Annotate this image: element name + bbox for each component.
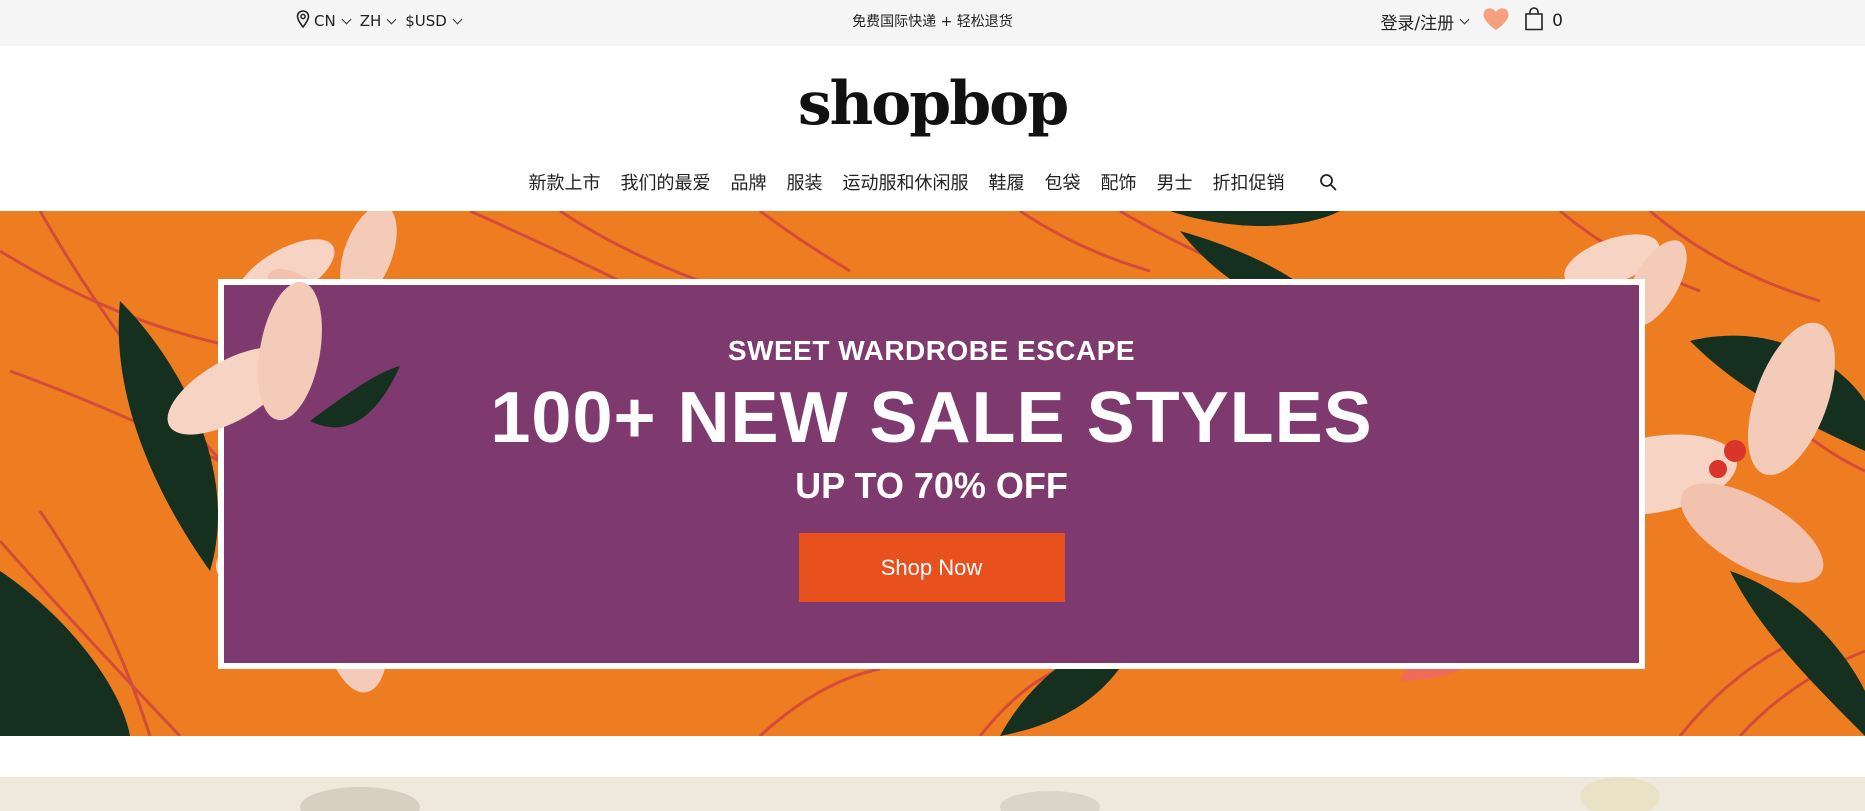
nav-item-our-favorites[interactable]: 我们的最爱 [621,169,711,195]
brand-logo[interactable]: shopbop [0,64,1865,144]
promo-eyebrow: SWEET WARDROBE ESCAPE [727,335,1136,366]
country-selector[interactable]: CN [296,10,352,32]
shipping-promo-text: 免费国际快递 + 轻松退货 [852,14,1013,30]
promo-panel: SWEET WARDROBE ESCAPE 100+ NEW SALE STYL… [218,279,1645,669]
next-promo-banner[interactable] [0,777,1865,811]
hero-banner[interactable]: SWEET WARDROBE ESCAPE 100+ NEW SALE STYL… [0,211,1865,736]
language-label: ZH [359,12,382,30]
foreground-flower [167,281,400,435]
shipping-promo: 免费国际快递 + 轻松退货 [0,0,1865,42]
account-area: 登录/注册 0 [1380,0,1563,42]
logo-text: shopbop [797,69,1069,139]
main-navigation: 新款上市 我们的最爱 品牌 服装 运动服和休闲服 鞋履 包袋 配饰 男士 折扣促… [0,166,1865,198]
currency-selector[interactable]: $USD [405,12,463,30]
country-label: CN [314,12,336,30]
nav-item-new-arrivals[interactable]: 新款上市 [529,169,601,195]
nav-item-shoes[interactable]: 鞋履 [989,169,1025,195]
heart-icon[interactable] [1482,7,1510,36]
chevron-down-icon [386,14,397,24]
login-register-link[interactable]: 登录/注册 [1380,9,1470,34]
language-selector[interactable]: ZH [359,12,397,30]
top-utility-bar: CN ZH $USD 免费国际快递 + 轻松退货 登录/注册 0 [0,0,1865,46]
chevron-down-icon [452,14,463,24]
nav-item-men[interactable]: 男士 [1157,169,1193,195]
nav-item-clothing[interactable]: 服装 [787,169,823,195]
chevron-down-icon [1459,14,1470,24]
locale-selectors: CN ZH $USD [296,0,463,42]
nav-item-activewear[interactable]: 运动服和休闲服 [843,169,969,195]
chevron-down-icon [341,14,352,24]
promo-headline: 100+ NEW SALE STYLES [490,378,1373,458]
location-pin-icon [296,10,310,32]
promo-subheadline: UP TO 70% OFF [795,465,1068,506]
nav-item-designers[interactable]: 品牌 [731,169,767,195]
nav-item-sale[interactable]: 折扣促销 [1213,169,1285,195]
login-label: 登录/注册 [1380,13,1455,34]
currency-label: $USD [405,12,447,30]
next-promo-artwork [0,777,1865,811]
shopping-bag-icon [1524,6,1544,36]
nav-item-bags[interactable]: 包袋 [1045,169,1081,195]
search-icon[interactable] [1319,173,1337,191]
promo-text-block: SWEET WARDROBE ESCAPE 100+ NEW SALE STYL… [224,285,1639,663]
shopping-bag-button[interactable]: 0 [1524,6,1563,36]
cart-count: 0 [1552,11,1563,31]
shop-now-button[interactable]: Shop Now [798,533,1065,602]
nav-item-accessories[interactable]: 配饰 [1101,169,1137,195]
